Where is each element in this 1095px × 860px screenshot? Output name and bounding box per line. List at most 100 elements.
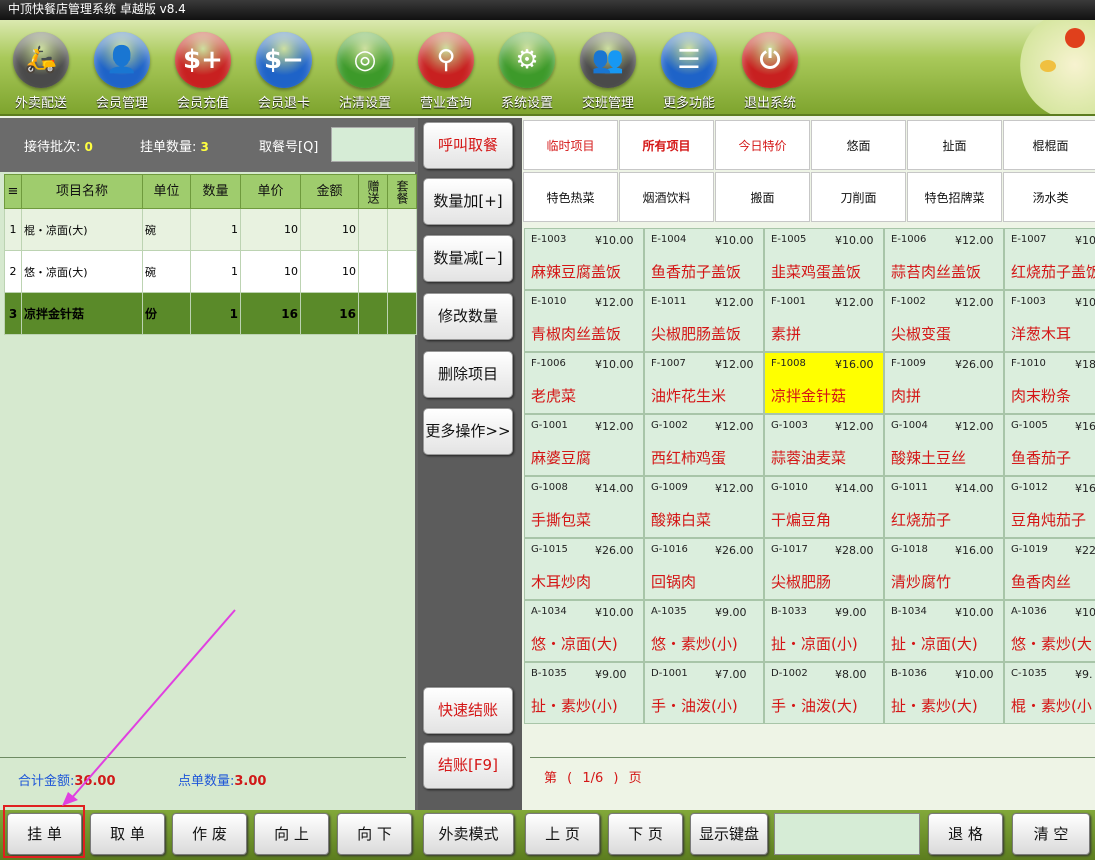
quick-checkout-button[interactable]: 快速结账 [423,687,513,734]
menu-item-name: 鱼香茄子盖饭 [651,263,742,281]
menu-item-card[interactable]: G-1012 ¥16 豆角炖茄子 [1004,476,1095,538]
toolbar-button-4[interactable]: $− 会员退卡 [246,32,322,111]
menu-item-card[interactable]: E-1007 ¥10 红烧茄子盖饭 [1004,228,1095,290]
takeout-mode-button[interactable]: 外卖模式 [423,813,514,855]
pickup-number-input[interactable] [331,127,415,162]
menu-item-card[interactable]: G-1001 ¥12.00 麻婆豆腐 [524,414,644,476]
menu-item-card[interactable]: D-1001 ¥7.00 手・油泼(小) [644,662,764,724]
menu-item-price: ¥12.00 [835,420,874,433]
toolbar-button-8[interactable]: 👥 交班管理 [570,32,646,111]
menu-item-card[interactable]: G-1002 ¥12.00 西红柿鸡蛋 [644,414,764,476]
checkout-button[interactable]: 结账[F9] [423,742,513,789]
order-cell-idx: 1 [4,208,22,251]
menu-item-card[interactable]: F-1008 ¥16.00 凉拌金针菇 [764,352,884,414]
menu-item-card[interactable]: G-1009 ¥12.00 酸辣白菜 [644,476,764,538]
menu-item-price: ¥12.00 [715,420,754,433]
order-row[interactable]: 1 棍・凉面(大) 碗 1 10 10 [4,208,417,251]
menu-item-card[interactable]: B-1034 ¥10.00 扯・凉面(大) [884,600,1004,662]
menu-item-card[interactable]: F-1002 ¥12.00 尖椒变蛋 [884,290,1004,352]
menu-item-card[interactable]: E-1004 ¥10.00 鱼香茄子盖饭 [644,228,764,290]
menu-item-card[interactable]: F-1010 ¥18 肉末粉条 [1004,352,1095,414]
menu-item-card[interactable]: D-1002 ¥8.00 手・油泼(大) [764,662,884,724]
category-tab[interactable]: 今日特价 [715,120,810,170]
category-tab[interactable]: 烟酒饮料 [619,172,714,222]
menu-item-card[interactable]: B-1035 ¥9.00 扯・素炒(小) [524,662,644,724]
category-tab[interactable]: 汤水类 [1003,172,1095,222]
menu-item-card[interactable]: G-1005 ¥16 鱼香茄子 [1004,414,1095,476]
menu-item-card[interactable]: E-1003 ¥10.00 麻辣豆腐盖饭 [524,228,644,290]
menu-item-card[interactable]: F-1006 ¥10.00 老虎菜 [524,352,644,414]
order-row[interactable]: 2 悠・凉面(大) 碗 1 10 10 [4,250,417,293]
menu-item-card[interactable]: G-1018 ¥16.00 清炒腐竹 [884,538,1004,600]
menu-item-card[interactable]: E-1006 ¥12.00 蒜苔肉丝盖饭 [884,228,1004,290]
toolbar-button-6[interactable]: ⚲ 营业查询 [408,32,484,111]
order-cell-unit: 碗 [142,250,191,293]
move-down-button[interactable]: 向 下 [337,813,412,855]
menu-item-name: 扯・素炒(大) [891,697,978,715]
menu-item-price: ¥14.00 [595,482,634,495]
menu-item-card[interactable]: E-1010 ¥12.00 青椒肉丝盖饭 [524,290,644,352]
menu-item-card[interactable]: E-1011 ¥12.00 尖椒肥肠盖饭 [644,290,764,352]
menu-item-card[interactable]: G-1010 ¥14.00 干煸豆角 [764,476,884,538]
menu-item-card[interactable]: F-1009 ¥26.00 肉拼 [884,352,1004,414]
void-button[interactable]: 作 废 [172,813,247,855]
menu-item-card[interactable]: A-1035 ¥9.00 悠・素炒(小) [644,600,764,662]
prev-page-button[interactable]: 上 页 [525,813,600,855]
toolbar-button-1[interactable]: 🛵 外卖配送 [3,32,79,111]
menu-item-code: G-1016 [651,544,688,555]
retrieve-order-button[interactable]: 取 单 [90,813,165,855]
menu-item-card[interactable]: G-1016 ¥26.00 回锅肉 [644,538,764,600]
menu-item-card[interactable]: F-1001 ¥12.00 素拼 [764,290,884,352]
move-up-button[interactable]: 向 上 [254,813,329,855]
category-tab[interactable]: 悠面 [811,120,906,170]
toolbar-button-10[interactable]: ⏻ 退出系统 [732,32,808,111]
menu-item-price: ¥10.00 [955,606,994,619]
menu-item-card[interactable]: G-1003 ¥12.00 蒜蓉油麦菜 [764,414,884,476]
category-tab[interactable]: 搬面 [715,172,810,222]
menu-item-card[interactable]: A-1034 ¥10.00 悠・凉面(大) [524,600,644,662]
toolbar-button-3[interactable]: $+ 会员充值 [165,32,241,111]
qty-minus-button[interactable]: 数量减[−] [423,235,513,282]
menu-item-card[interactable]: C-1035 ¥9. 棍・素炒(小 [1004,662,1095,724]
menu-item-card[interactable]: E-1005 ¥10.00 韭菜鸡蛋盖饭 [764,228,884,290]
menu-item-price: ¥18 [1075,358,1095,371]
modify-qty-button[interactable]: 修改数量 [423,293,513,340]
search-code-input[interactable] [774,813,920,855]
menu-item-price: ¥10.00 [595,606,634,619]
menu-item-code: B-1034 [891,606,927,617]
call-pickup-button[interactable]: 呼叫取餐 [423,122,513,169]
backspace-button[interactable]: 退 格 [928,813,1003,855]
menu-item-card[interactable]: G-1015 ¥26.00 木耳炒肉 [524,538,644,600]
menu-item-card[interactable]: G-1017 ¥28.00 尖椒肥肠 [764,538,884,600]
menu-item-code: G-1011 [891,482,928,493]
menu-item-card[interactable]: A-1036 ¥10 悠・素炒(大 [1004,600,1095,662]
category-tab[interactable]: 临时项目 [523,120,618,170]
toolbar-button-7[interactable]: ⚙ 系统设置 [489,32,565,111]
next-page-button[interactable]: 下 页 [608,813,683,855]
toolbar-button-9[interactable]: ☰ 更多功能 [651,32,727,111]
menu-item-card[interactable]: F-1007 ¥12.00 油炸花生米 [644,352,764,414]
bottom-bar: 挂 单 取 单 作 废 向 上 向 下 外卖模式 上 页 下 页 显示键盘 退 … [0,810,1095,860]
category-tab[interactable]: 特色热菜 [523,172,618,222]
category-tab[interactable]: 扯面 [907,120,1002,170]
menu-item-card[interactable]: G-1011 ¥14.00 红烧茄子 [884,476,1004,538]
category-tab[interactable]: 刀削面 [811,172,906,222]
order-row[interactable]: 3 凉拌金针菇份 1 16 16 [4,292,417,335]
menu-item-card[interactable]: G-1008 ¥14.00 手撕包菜 [524,476,644,538]
clear-button[interactable]: 清 空 [1012,813,1090,855]
toolbar-button-2[interactable]: 👤 会员管理 [84,32,160,111]
more-operations-button[interactable]: 更多操作>> [423,408,513,455]
category-tab[interactable]: 特色招牌菜 [907,172,1002,222]
pickup-number-label: 取餐号[Q] [259,140,319,155]
menu-item-card[interactable]: B-1033 ¥9.00 扯・凉面(小) [764,600,884,662]
category-tab[interactable]: 所有项目 [619,120,714,170]
delete-item-button[interactable]: 删除项目 [423,351,513,398]
menu-item-card[interactable]: G-1019 ¥22 鱼香肉丝 [1004,538,1095,600]
show-keyboard-button[interactable]: 显示键盘 [690,813,768,855]
menu-item-card[interactable]: G-1004 ¥12.00 酸辣土豆丝 [884,414,1004,476]
category-tab[interactable]: 棍棍面 [1003,120,1095,170]
qty-plus-button[interactable]: 数量加[+] [423,178,513,225]
menu-item-card[interactable]: F-1003 ¥10 洋葱木耳 [1004,290,1095,352]
menu-item-card[interactable]: B-1036 ¥10.00 扯・素炒(大) [884,662,1004,724]
toolbar-button-5[interactable]: ◎ 沽清设置 [327,32,403,111]
